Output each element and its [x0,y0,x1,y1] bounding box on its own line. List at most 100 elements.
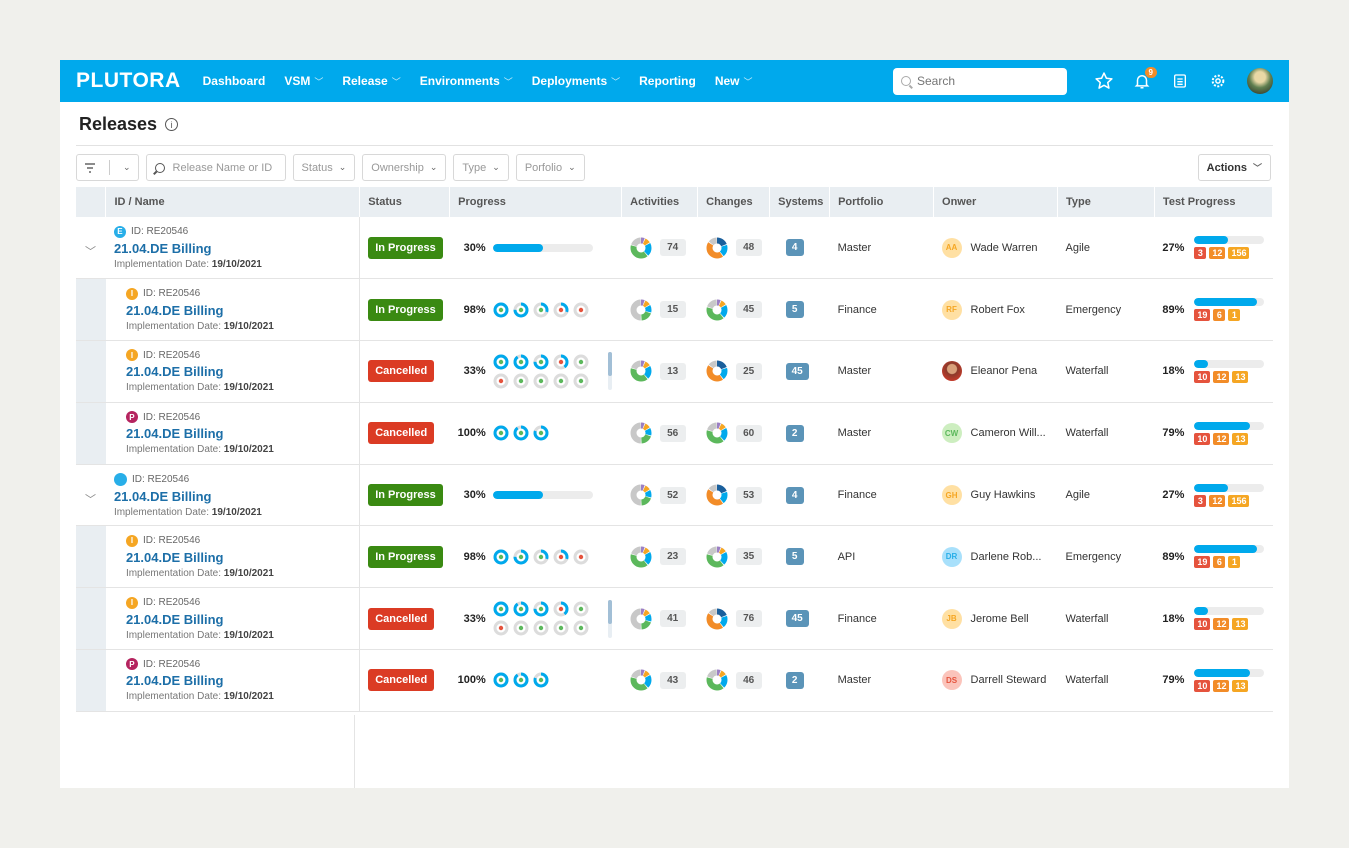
test-pending-count[interactable]: 1 [1228,309,1241,322]
progress-ring[interactable] [573,601,589,617]
activities-pie-chart[interactable] [630,299,652,321]
table-row[interactable]: ﹀ ID: RE20546 21.04.DE Billing Implementati… [76,464,1273,527]
test-failed-count[interactable]: 19 [1194,309,1211,322]
test-pending-count[interactable]: 156 [1228,247,1250,260]
changes-pie-chart[interactable] [706,360,728,382]
progress-ring[interactable] [493,672,509,688]
progress-ring[interactable] [553,601,569,617]
progress-ring[interactable] [493,373,509,389]
star-icon[interactable] [1093,70,1115,92]
test-blocked-count[interactable]: 12 [1209,247,1226,260]
progress-ring[interactable] [573,549,589,565]
systems-count-badge[interactable]: 45 [785,362,809,380]
column-header-changes[interactable]: Changes [697,187,771,217]
status-badge[interactable]: Cancelled [368,669,435,692]
status-badge[interactable]: In Progress [368,236,443,259]
test-blocked-count[interactable]: 12 [1213,432,1230,445]
progress-ring[interactable] [573,373,589,389]
scrollbar-thumb[interactable] [607,352,612,377]
scrollbar-thumb[interactable] [607,599,612,624]
rings-scrollbar[interactable] [607,352,612,391]
info-icon[interactable]: i [165,118,179,131]
progress-ring[interactable] [553,373,569,389]
global-search[interactable] [893,67,1067,95]
test-pending-count[interactable]: 156 [1228,494,1250,507]
nav-item-vsm[interactable]: VSM ﹀ [284,74,323,88]
user-avatar[interactable] [1247,68,1273,94]
chevron-down-icon[interactable]: ﹀ [85,243,96,259]
gear-icon[interactable] [1207,70,1229,92]
progress-ring[interactable] [533,302,549,318]
progress-ring[interactable] [513,373,529,389]
test-blocked-count[interactable]: 6 [1213,556,1226,569]
bell-icon[interactable]: 9 [1131,67,1157,92]
nav-item-environments[interactable]: Environments ﹀ [420,74,513,88]
test-blocked-count[interactable]: 12 [1213,618,1230,631]
release-name-link[interactable]: 21.04.DE Billing [114,489,359,504]
release-name-link[interactable]: 21.04.DE Billing [126,550,359,565]
type-filter-dropdown[interactable]: Type ⌄ [453,154,509,181]
progress-ring[interactable] [553,549,569,565]
release-name-link[interactable]: 21.04.DE Billing [126,364,359,379]
status-badge[interactable]: Cancelled [368,607,435,630]
table-row[interactable]: I ID: RE20546 21.04.DE Billing Implementati… [76,340,1273,403]
column-header-type[interactable]: Type [1057,187,1155,217]
release-name-link[interactable]: 21.04.DE Billing [126,303,359,318]
test-failed-count[interactable]: 10 [1194,618,1211,631]
systems-count-badge[interactable]: 4 [785,486,804,504]
test-failed-count[interactable]: 3 [1194,247,1207,260]
progress-ring[interactable] [533,373,549,389]
changes-pie-chart[interactable] [706,422,728,444]
status-badge[interactable]: In Progress [368,298,443,321]
table-row[interactable]: I ID: RE20546 21.04.DE Billing Implementati… [76,525,1273,589]
test-failed-count[interactable]: 10 [1194,370,1211,383]
test-blocked-count[interactable]: 12 [1213,679,1230,692]
test-pending-count[interactable]: 13 [1232,370,1249,383]
release-name-link[interactable]: 21.04.DE Billing [126,612,359,627]
changes-pie-chart[interactable] [706,237,728,259]
test-pending-count[interactable]: 13 [1232,618,1249,631]
global-search-input[interactable] [917,74,1047,88]
column-header-progress[interactable]: Progress [449,187,623,217]
progress-ring[interactable] [493,354,509,370]
status-badge[interactable]: Cancelled [368,422,435,445]
changes-pie-chart[interactable] [706,608,728,630]
progress-ring[interactable] [573,354,589,370]
test-blocked-count[interactable]: 6 [1213,309,1226,322]
status-badge[interactable]: In Progress [368,545,443,568]
progress-ring[interactable] [493,549,509,565]
progress-ring[interactable] [493,302,509,318]
nav-item-reporting[interactable]: Reporting [639,74,696,88]
systems-count-badge[interactable]: 45 [785,610,809,628]
changes-pie-chart[interactable] [706,546,728,568]
progress-ring[interactable] [513,549,529,565]
nav-item-deployments[interactable]: Deployments ﹀ [532,74,620,88]
progress-ring[interactable] [513,302,529,318]
column-header-id-name[interactable]: ID / Name [105,187,361,217]
progress-ring[interactable] [533,601,549,617]
table-row[interactable]: I ID: RE20546 21.04.DE Billing Implementati… [76,587,1273,651]
progress-ring[interactable] [553,620,569,636]
test-blocked-count[interactable]: 12 [1209,494,1226,507]
progress-ring[interactable] [553,302,569,318]
table-row[interactable]: P ID: RE20546 21.04.DE Billing Implementati… [76,402,1273,465]
test-pending-count[interactable]: 1 [1228,556,1241,569]
release-search-field[interactable]: Release Name or ID [145,154,286,181]
test-pending-count[interactable]: 13 [1232,432,1249,445]
column-header-onwer[interactable]: Onwer [933,187,1058,217]
status-badge[interactable]: In Progress [368,484,443,507]
progress-ring[interactable] [553,354,569,370]
progress-ring[interactable] [493,620,509,636]
ownership-filter-dropdown[interactable]: Ownership ⌄ [362,154,447,181]
chevron-down-icon[interactable]: ﹀ [85,491,96,507]
activities-pie-chart[interactable] [630,608,652,630]
progress-ring[interactable] [533,425,549,441]
progress-ring[interactable] [573,302,589,318]
progress-ring[interactable] [513,672,529,688]
test-failed-count[interactable]: 10 [1194,679,1211,692]
nav-item-dashboard[interactable]: Dashboard [203,74,266,88]
nav-item-release[interactable]: Release ﹀ [342,74,400,88]
release-name-link[interactable]: 21.04.DE Billing [126,673,359,688]
actions-dropdown[interactable]: Actions ﹀ [1197,154,1271,181]
table-row[interactable]: P ID: RE20546 21.04.DE Billing Implementati… [76,649,1273,712]
